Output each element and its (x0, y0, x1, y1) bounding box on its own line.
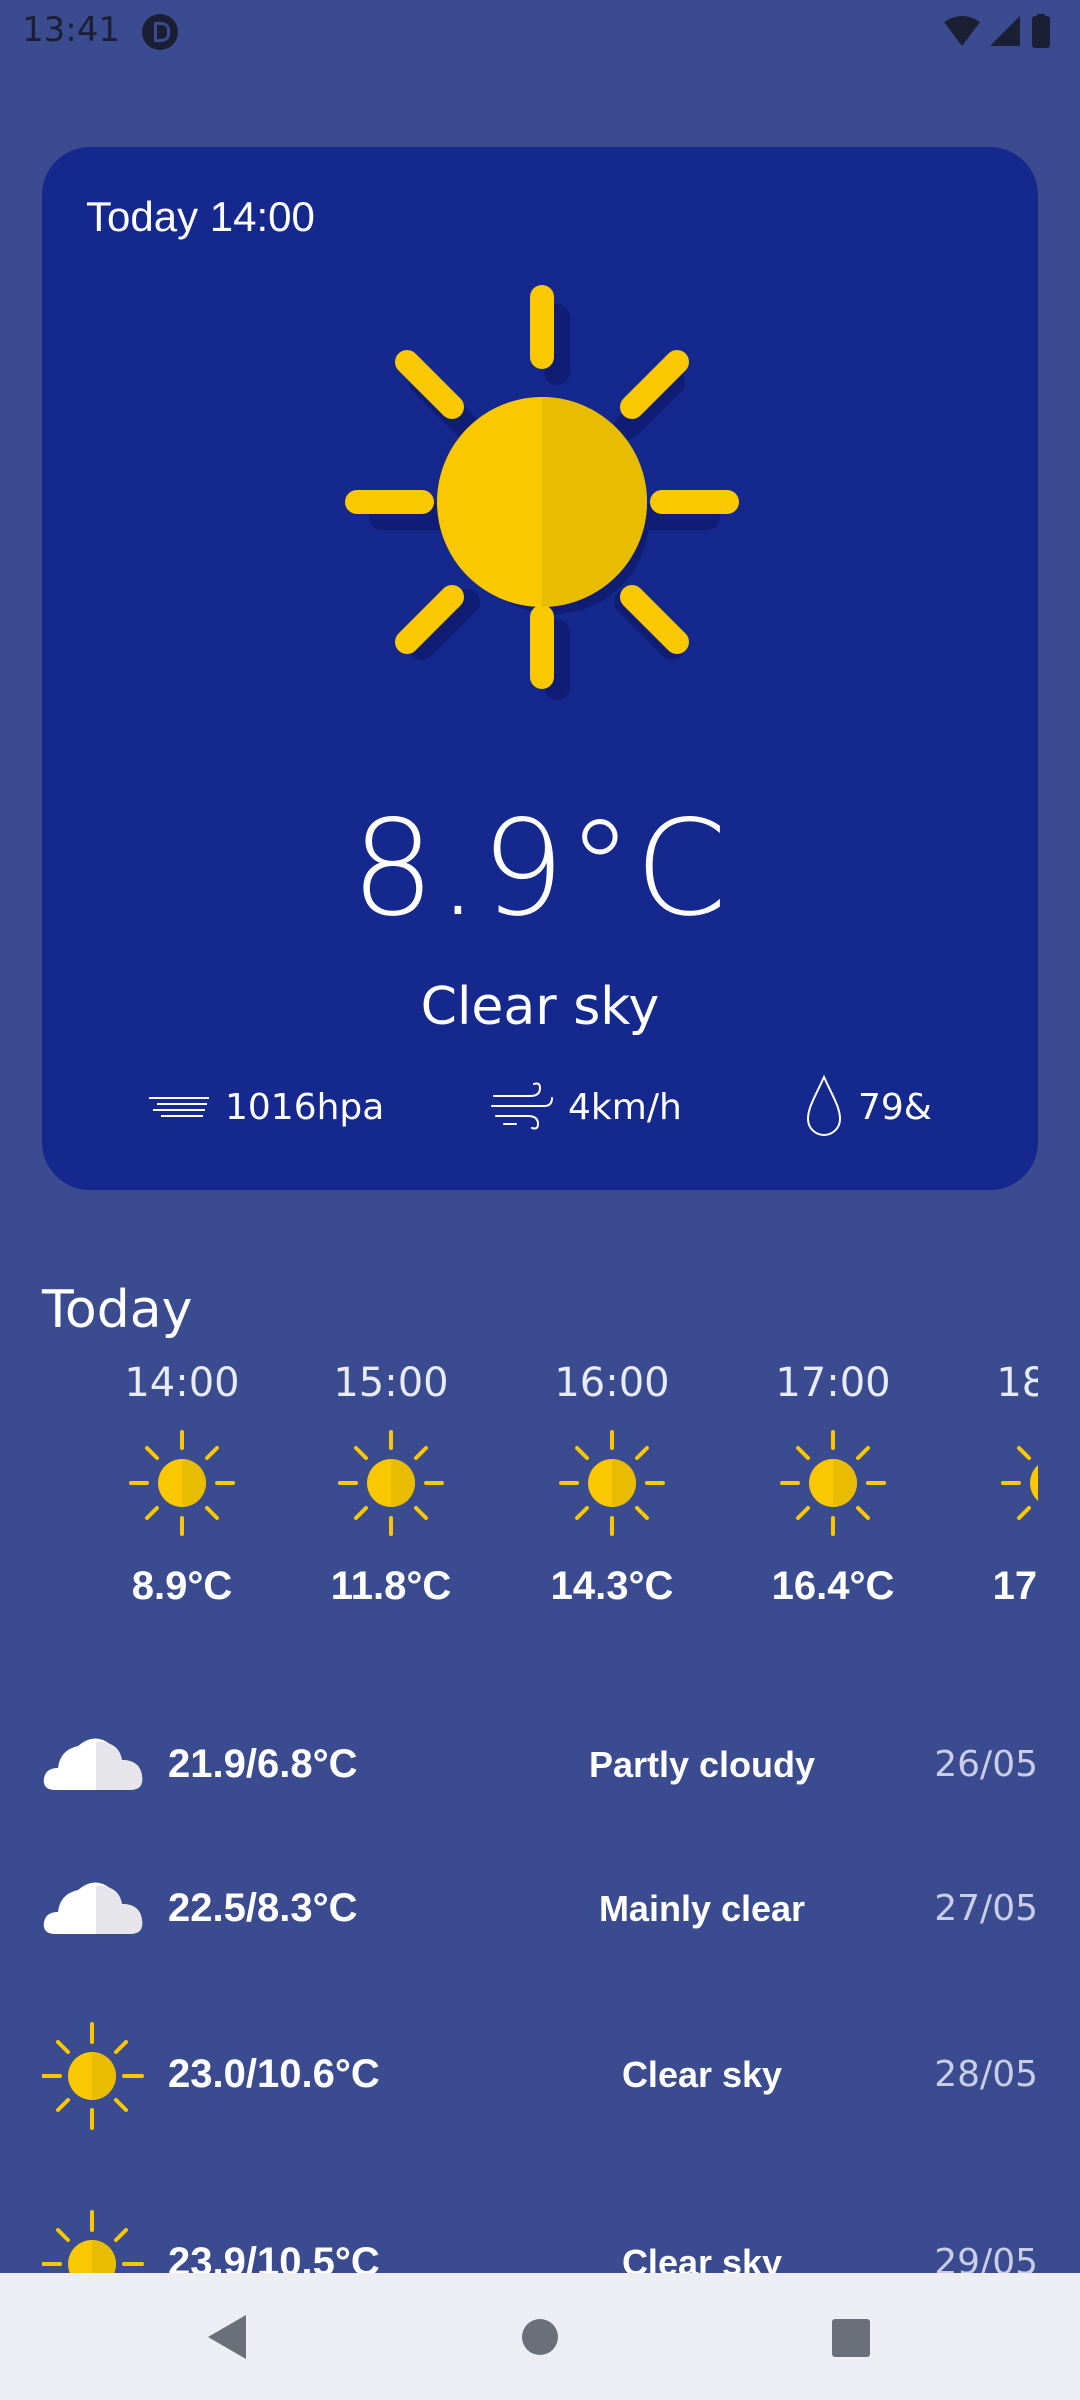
hour-temp: 16.4°C (771, 1564, 895, 1608)
hourly-item: 15:00 11.8°C (301, 1360, 481, 1609)
daily-date: 28/05 (934, 2054, 1038, 2095)
daily-forecast-row[interactable]: 22.5/8.3°C Mainly clear 27/05 (42, 1856, 1038, 1966)
home-circle-icon (522, 2319, 558, 2355)
back-triangle-icon (208, 2315, 246, 2359)
hour-temp: 8.9°C (131, 1564, 233, 1608)
daily-forecast-row[interactable]: 21.9/6.8°C Partly cloudy 26/05 (42, 1712, 1038, 1822)
hourly-item: 16:00 14.3°C (522, 1360, 702, 1609)
current-time-label: Today 14:00 (86, 193, 315, 240)
humidity-value: 79& (858, 1086, 932, 1128)
daily-forecast-row[interactable]: 23.0/10.6°C Clear sky 28/05 (42, 2022, 1038, 2132)
hour-temp: 14.3°C (550, 1564, 674, 1608)
hour-time: 17:00 (775, 1360, 891, 1406)
current-condition: Clear sky (420, 977, 660, 1037)
hour-time: 15:00 (333, 1360, 449, 1406)
hourly-item: 14:00 8.9°C (92, 1360, 272, 1609)
hour-temp: 11.8°C (330, 1564, 452, 1608)
daily-condition: Mainly clear (598, 1888, 806, 1929)
wind-icon (491, 1082, 553, 1130)
hourly-forecast-list[interactable]: 14:00 8.9°C 15:00 11.8°C 16:00 14.3°C 17… (42, 1360, 1038, 1640)
hourly-section-title: Today (42, 1280, 193, 1340)
hourly-item: 18:00 17.5°C (964, 1360, 1038, 1609)
daily-date: 27/05 (934, 1888, 1038, 1929)
pressure-stat: 1016hpa (147, 1067, 384, 1147)
recents-square-icon (832, 2319, 870, 2357)
wind-stat: 4km/h (490, 1067, 682, 1147)
hourly-item: 17:00 16.4°C (743, 1360, 923, 1609)
daily-temp-range: 23.0/10.6°C (168, 2052, 380, 2096)
status-bar: 13:41 (0, 0, 1080, 62)
recents-button[interactable] (790, 2273, 910, 2400)
cloud-icon (43, 1738, 143, 1790)
sun-icon (780, 1430, 886, 1536)
hour-time: 14:00 (124, 1360, 240, 1406)
app-notification-icon (142, 14, 178, 50)
pressure-icon (149, 1097, 209, 1117)
humidity-drop-icon (806, 1075, 842, 1136)
sun-icon (559, 1430, 665, 1536)
humidity-stat: 79& (804, 1067, 932, 1147)
wind-value: 4km/h (568, 1086, 682, 1128)
hour-time: 18:00 (996, 1360, 1038, 1406)
battery-icon (1032, 16, 1050, 48)
wifi-icon (944, 16, 980, 46)
hour-temp: 17.5°C (992, 1564, 1038, 1608)
back-button[interactable] (166, 2273, 286, 2400)
home-button[interactable] (480, 2273, 600, 2400)
daily-temp-range: 22.5/8.3°C (168, 1886, 358, 1930)
daily-temp-range: 21.9/6.8°C (168, 1742, 358, 1786)
sun-icon (338, 1430, 444, 1536)
hour-time: 16:00 (554, 1360, 670, 1406)
status-time: 13:41 (22, 10, 120, 50)
daily-date: 26/05 (934, 1744, 1038, 1785)
system-navigation-bar (0, 2273, 1080, 2400)
sun-icon (129, 1430, 235, 1536)
sun-icon (1001, 1446, 1038, 1520)
signal-icon (990, 16, 1020, 46)
pressure-value: 1016hpa (225, 1086, 385, 1128)
daily-condition: Clear sky (621, 2054, 783, 2095)
current-temperature: 8.9°C (350, 792, 730, 946)
status-icons (944, 14, 1050, 48)
sun-icon (345, 285, 739, 700)
current-weather-card: Today 14:00 8.9°C Clear sky 1016hpa 4km/… (42, 147, 1038, 1190)
sun-icon (42, 2022, 144, 2130)
daily-condition: Partly cloudy (588, 1744, 816, 1785)
cloud-icon (43, 1882, 143, 1934)
